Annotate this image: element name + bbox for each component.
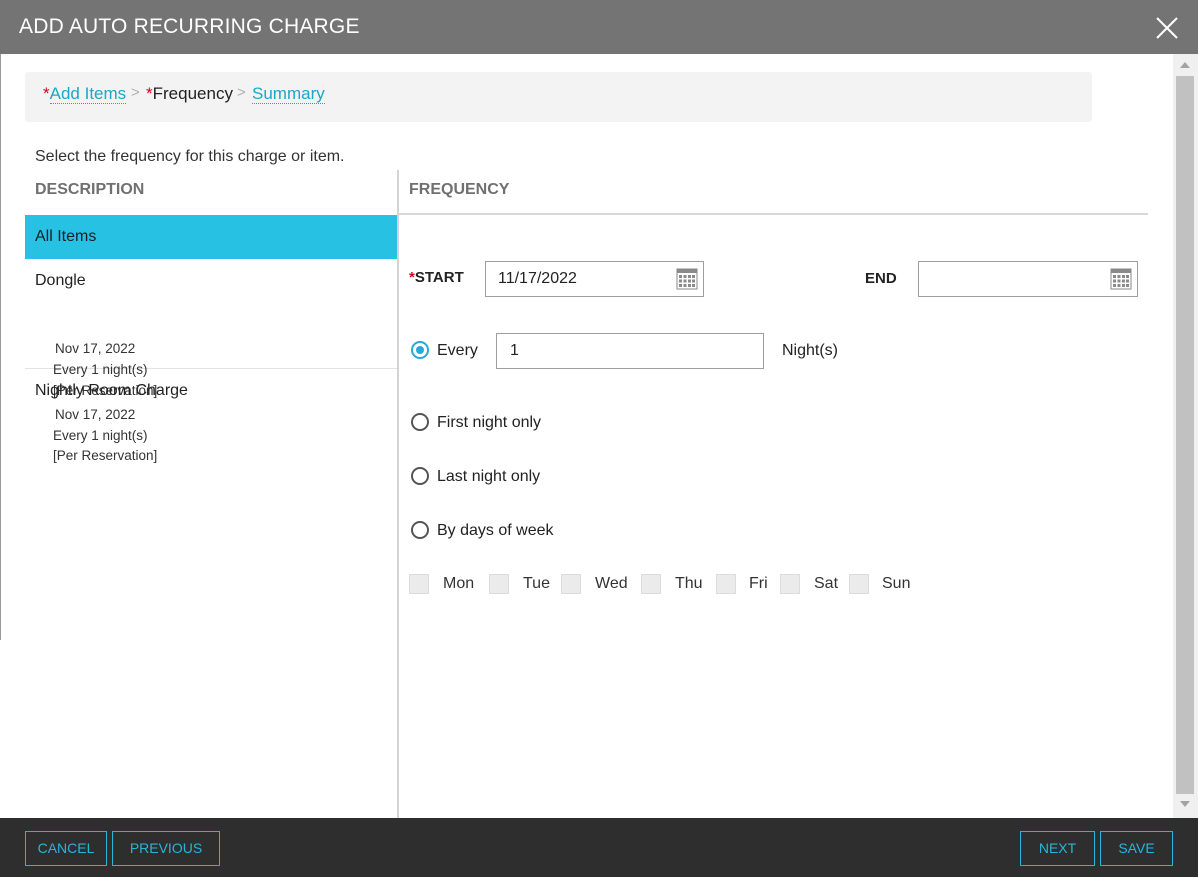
breadcrumb-summary-link[interactable]: Summary [252,84,325,104]
first-night-radio[interactable] [411,413,429,431]
start-label-text: START [414,269,464,286]
frequency-column-header: FREQUENCY [409,181,510,198]
breadcrumb-add-items[interactable]: *Add Items [43,84,127,104]
list-item-label: All Items [35,228,97,245]
checkbox-fri[interactable] [716,574,736,594]
checkbox-thu[interactable] [641,574,661,594]
required-mark: * [43,84,50,103]
end-label: END [865,270,897,287]
list-item-label: Dongle [35,272,86,289]
dialog-title-bar: ADD AUTO RECURRING CHARGE [0,0,1198,54]
end-date-input[interactable] [918,261,1138,297]
calendar-icon[interactable] [676,268,698,290]
checkbox-sun[interactable] [849,574,869,594]
first-night-label: First night only [437,414,542,431]
previous-button[interactable]: PREVIOUS [112,831,220,866]
day-label-sat: Sat [814,575,839,592]
by-days-label: By days of week [437,522,554,539]
breadcrumb-separator: > [131,84,140,101]
every-label: Every [437,342,478,359]
breadcrumb-frequency: *Frequency [146,84,233,104]
save-button[interactable]: SAVE [1100,831,1173,866]
list-item-label: Nightly Room Charge [35,382,188,399]
scroll-up-arrow-icon[interactable] [1180,62,1190,68]
checkbox-wed[interactable] [561,574,581,594]
required-mark: * [146,84,153,103]
checkbox-sat[interactable] [780,574,800,594]
list-item-all-items[interactable]: All Items [25,215,397,259]
scroll-down-arrow-icon[interactable] [1180,801,1190,807]
last-night-radio[interactable] [411,467,429,485]
next-button[interactable]: NEXT [1020,831,1095,866]
instruction-text: Select the frequency for this charge or … [35,148,345,165]
day-label-thu: Thu [675,575,703,592]
every-radio[interactable] [411,341,429,359]
by-days-radio[interactable] [411,521,429,539]
day-label-mon: Mon [443,575,475,592]
list-item-dongle[interactable]: Dongle Nov 17, 2022 Every 1 night(s) [Pe… [25,259,397,398]
start-date-value: 11/17/2022 [498,270,577,287]
start-label: *START [409,269,464,286]
body-edge [0,640,2,820]
dialog-title: ADD AUTO RECURRING CHARGE [19,15,360,38]
start-date-input[interactable]: 11/17/2022 [485,261,704,297]
breadcrumb-separator: > [237,84,246,101]
item-basis: [Per Reservation] [53,448,158,463]
item-date: Nov 17, 2022 [55,407,136,422]
day-label-wed: Wed [595,575,628,592]
checkbox-mon[interactable] [409,574,429,594]
every-nights-value: 1 [510,342,519,359]
item-list: All Items Dongle Nov 17, 2022 Every 1 ni… [25,215,397,474]
breadcrumb-add-items-link[interactable]: Add Items [49,84,127,104]
vertical-scrollbar[interactable] [1173,54,1198,818]
every-nights-input[interactable]: 1 [496,333,764,369]
item-date: Nov 17, 2022 [55,341,136,356]
close-icon[interactable] [1155,16,1179,40]
item-frequency: Every 1 night(s) [53,428,148,443]
calendar-icon[interactable] [1110,268,1132,290]
day-label-tue: Tue [523,575,550,592]
description-column-header: DESCRIPTION [35,181,145,198]
day-label-sun: Sun [882,575,911,592]
breadcrumb-summary[interactable]: Summary [252,84,325,104]
column-divider [397,170,399,818]
scrollbar-thumb[interactable] [1176,76,1194,794]
header-divider [399,213,1148,215]
last-night-label: Last night only [437,468,541,485]
checkbox-tue[interactable] [489,574,509,594]
breadcrumb: *Add Items > *Frequency > Summary [25,72,1092,122]
cancel-button[interactable]: CANCEL [25,831,107,866]
dialog-footer: CANCEL PREVIOUS NEXT SAVE [0,818,1198,877]
list-item-nightly-room-charge[interactable]: Nightly Room Charge Nov 17, 2022 Every 1… [25,369,397,474]
nights-unit-label: Night(s) [782,342,839,359]
breadcrumb-frequency-label: Frequency [152,84,233,103]
day-label-fri: Fri [749,575,768,592]
